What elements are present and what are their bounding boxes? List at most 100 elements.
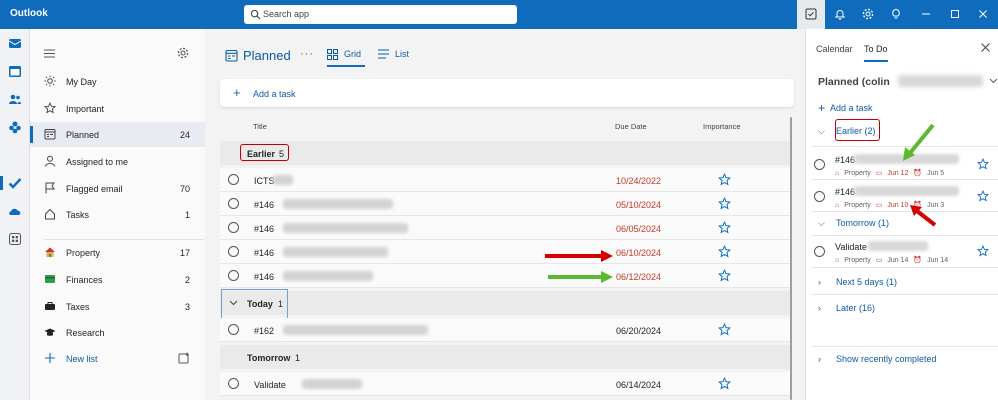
todo-pane-button[interactable] [797, 0, 825, 29]
complete-checkbox[interactable] [814, 246, 825, 257]
hamburger-menu-icon[interactable] [44, 49, 55, 58]
importance-star-icon[interactable] [718, 245, 731, 258]
chevron-down-icon[interactable] [989, 76, 998, 85]
group-header-earlier[interactable]: Earlier 5 [220, 141, 790, 165]
redacted-text [898, 75, 983, 87]
list-item[interactable]: Validate ⌂ Property ▭ Jun 14 ⏰ Jun 14 [806, 237, 998, 267]
task-due-date: 05/10/2024 [616, 200, 662, 210]
close-pane-icon[interactable] [980, 42, 991, 53]
importance-star-icon[interactable] [718, 323, 731, 336]
sidebar-item-my-day[interactable]: My Day [30, 69, 205, 94]
task-title: #146 [835, 155, 856, 165]
search-input[interactable]: Search app [263, 9, 309, 19]
sidebar-list-research[interactable]: Research [30, 320, 205, 345]
add-task-input[interactable]: + Add a task [220, 79, 794, 107]
house-emoji-icon: ⌂ [835, 202, 840, 209]
new-list-button[interactable]: New list [30, 346, 205, 371]
importance-star-icon[interactable] [718, 173, 731, 186]
importance-star-icon[interactable] [718, 377, 731, 390]
importance-star-icon[interactable] [977, 190, 989, 202]
tab-todo[interactable]: To Do [864, 44, 888, 54]
complete-checkbox[interactable] [228, 324, 239, 335]
importance-star-icon[interactable] [977, 245, 989, 257]
list-item[interactable]: #146 ⌂ Property ▭ Jun 12 ⏰ Jun 5 [806, 150, 998, 180]
tab-calendar[interactable]: Calendar [816, 44, 853, 54]
settings-button[interactable] [854, 0, 882, 29]
notifications-button[interactable] [826, 0, 854, 29]
column-header-title[interactable]: Title [253, 122, 267, 131]
sidebar-item-label: Taxes [66, 302, 90, 312]
more-apps-icon[interactable] [8, 232, 22, 246]
complete-checkbox[interactable] [228, 174, 239, 185]
add-task-button[interactable]: + Add a task [818, 100, 873, 115]
task-due-date: 10/24/2022 [616, 176, 662, 186]
maximize-button[interactable] [941, 0, 969, 29]
complete-checkbox[interactable] [228, 222, 239, 233]
sidebar-list-taxes[interactable]: Taxes 3 [30, 294, 205, 319]
table-row[interactable]: #146 06/12/2024 [220, 264, 790, 288]
mail-icon[interactable] [8, 36, 22, 50]
group-next-5-days[interactable]: › Next 5 days (1) [818, 277, 897, 287]
sidebar-item-flagged-email[interactable]: Flagged email 70 [30, 176, 205, 201]
column-header-importance[interactable]: Importance [703, 122, 741, 131]
reminder-icon: ⏰ [913, 257, 923, 264]
importance-star-icon[interactable] [718, 269, 731, 282]
minimize-button[interactable] [912, 0, 940, 29]
group-header-tomorrow[interactable]: Tomorrow 1 [220, 345, 790, 369]
importance-star-icon[interactable] [977, 158, 989, 170]
table-row[interactable]: ICTS 10/24/2022 [220, 168, 790, 192]
groups-icon[interactable] [8, 120, 22, 134]
table-row[interactable]: #162 06/20/2024 [220, 318, 790, 342]
list-view-icon [378, 49, 389, 59]
tips-button[interactable] [882, 0, 910, 29]
sidebar-list-finances[interactable]: Finances 2 [30, 267, 205, 292]
group-later[interactable]: › Later (16) [818, 303, 875, 313]
task-title: #146 [254, 200, 275, 210]
add-task-placeholder: Add a task [253, 89, 296, 99]
calendar-icon[interactable] [8, 64, 22, 78]
people-icon[interactable] [8, 92, 22, 106]
sidebar-item-assigned[interactable]: Assigned to me [30, 149, 205, 174]
table-row[interactable]: #146 06/05/2024 [220, 216, 790, 240]
annotation-red-box [835, 119, 880, 141]
scrollbar[interactable] [790, 117, 792, 400]
group-header-today[interactable]: Today 1 [220, 291, 790, 315]
sun-icon [44, 75, 56, 87]
complete-checkbox[interactable] [228, 270, 239, 281]
sidebar-settings-icon[interactable] [177, 47, 189, 59]
table-row[interactable]: #146 06/10/2024 [220, 240, 790, 264]
search-box[interactable]: Search app [244, 5, 517, 24]
sidebar-list-property[interactable]: Property 17 [30, 240, 205, 265]
onedrive-icon[interactable] [8, 204, 22, 218]
redacted-text [302, 379, 362, 389]
task-list-pane: Planned ··· Grid List + Add a task Title… [205, 29, 805, 400]
plus-icon: + [818, 101, 826, 115]
more-options-icon[interactable]: ··· [300, 48, 314, 60]
complete-checkbox[interactable] [228, 246, 239, 257]
complete-checkbox[interactable] [814, 159, 825, 170]
tab-list[interactable]: List [395, 49, 409, 59]
due-calendar-icon: ▭ [875, 202, 883, 209]
person-icon [45, 155, 55, 167]
group-tomorrow[interactable]: ⌵ Tomorrow (1) [818, 218, 889, 229]
complete-checkbox[interactable] [814, 191, 825, 202]
complete-checkbox[interactable] [228, 198, 239, 209]
importance-star-icon[interactable] [718, 197, 731, 210]
show-recently-completed[interactable]: › Show recently completed [818, 354, 937, 364]
table-row[interactable]: #146 05/10/2024 [220, 192, 790, 216]
complete-checkbox[interactable] [228, 378, 239, 389]
table-row[interactable]: Validate 06/14/2024 [220, 372, 790, 396]
todo-icon[interactable] [8, 176, 22, 190]
sidebar-item-planned[interactable]: Planned 24 [30, 122, 205, 147]
column-header-due-date[interactable]: Due Date [615, 122, 647, 131]
new-group-icon[interactable] [178, 352, 190, 364]
close-window-button[interactable] [969, 0, 997, 29]
sidebar-item-tasks[interactable]: Tasks 1 [30, 202, 205, 227]
list-item[interactable]: #146 ⌂ Property ▭ Jun 10 ⏰ Jun 3 [806, 182, 998, 212]
importance-star-icon[interactable] [718, 221, 731, 234]
task-reminder: Jun 5 [927, 170, 945, 177]
house-emoji-icon [45, 247, 55, 257]
sidebar-item-important[interactable]: Important [30, 96, 205, 121]
task-meta: ⌂ Property ▭ Jun 12 ⏰ Jun 5 [835, 169, 949, 177]
tab-grid[interactable]: Grid [344, 49, 361, 59]
